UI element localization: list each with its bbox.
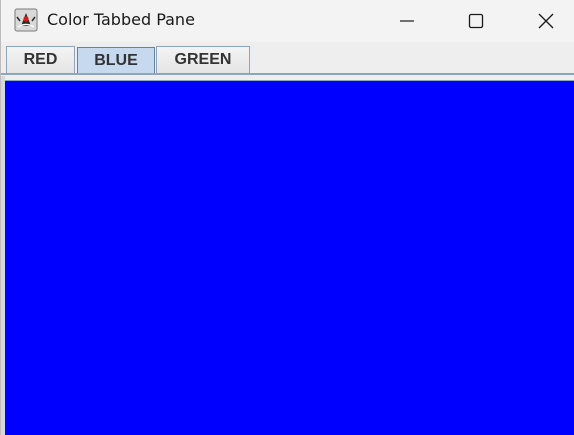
- minimize-button[interactable]: [372, 0, 442, 42]
- window-title: Color Tabbed Pane: [47, 10, 195, 29]
- tab-strip-border: [1, 73, 574, 75]
- tab-green[interactable]: GREEN: [156, 46, 250, 73]
- minimize-icon: [400, 20, 414, 22]
- maximize-icon: [468, 13, 484, 29]
- tab-label: BLUE: [94, 52, 138, 69]
- tab-strip: RED BLUE GREEN: [1, 42, 574, 76]
- tab-red[interactable]: RED: [6, 46, 75, 73]
- app-window: Color Tabbed Pane RED BLUE GREEN: [0, 0, 574, 435]
- tab-label: GREEN: [174, 51, 232, 68]
- tab-content-area: [5, 80, 574, 435]
- close-button[interactable]: [511, 0, 574, 42]
- tab-blue[interactable]: BLUE: [77, 47, 155, 74]
- title-bar[interactable]: Color Tabbed Pane: [1, 0, 574, 42]
- tab-label: RED: [23, 51, 58, 68]
- maximize-button[interactable]: [441, 0, 511, 42]
- close-icon: [538, 13, 554, 29]
- java-duke-icon[interactable]: [14, 8, 38, 32]
- color-panel: [5, 81, 574, 435]
